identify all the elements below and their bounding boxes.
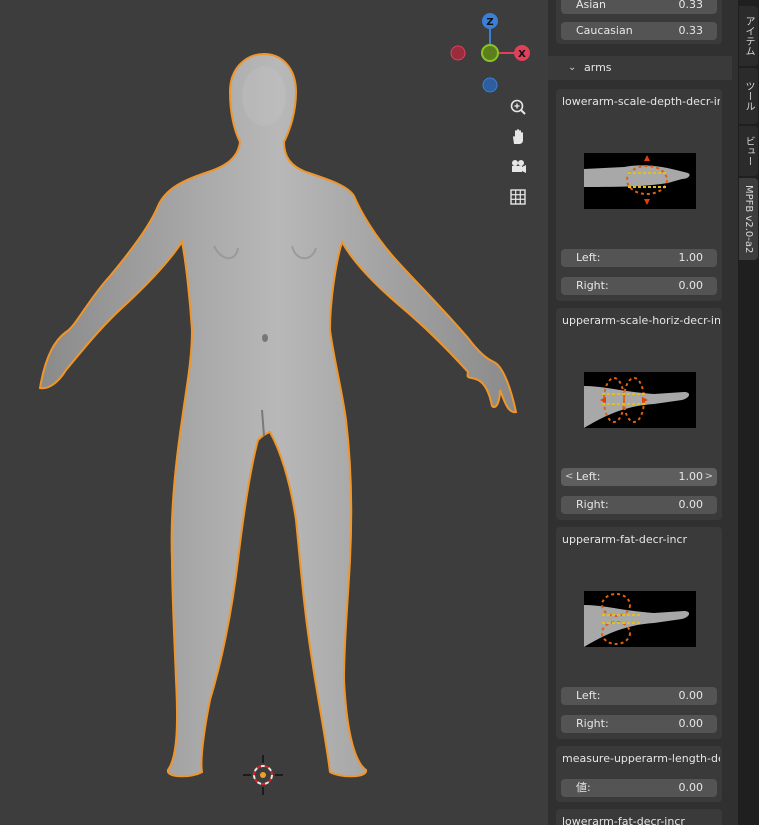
sidebar-panel[interactable]: Asian 0.33 Caucasian 0.33 ⌄ arms lowerar… [548,0,738,825]
human-model[interactable] [0,0,548,825]
field-label: Right: [576,717,609,730]
tab-label: ツール [743,81,754,111]
modifier-box: measure-upperarm-length-dec... 値: 0.00 [556,746,722,802]
tab-label: ビュー [743,136,754,166]
right-slider[interactable]: Right: 0.00 [561,277,717,295]
modifier-title: upperarm-scale-horiz-decr-incr [562,314,720,327]
asian-slider[interactable]: Asian 0.33 [561,0,717,14]
field-label: Right: [576,279,609,292]
field-value: 0.00 [678,689,704,702]
modifier-thumbnail [584,153,696,209]
gizmo-x-label: X [518,49,526,60]
tab-tool[interactable]: ツール [739,68,758,124]
field-label: Left: [576,689,601,702]
grid-icon[interactable] [505,184,531,210]
value-slider[interactable]: 値: 0.00 [561,779,717,797]
3d-viewport[interactable]: Z X [0,0,548,825]
modifier-title: measure-upperarm-length-dec... [562,752,720,765]
field-label: Left: [576,251,601,264]
field-value: 1.00 [678,251,704,264]
left-slider[interactable]: Left: 1.00 [561,249,717,267]
modifier-title: lowerarm-fat-decr-incr [562,815,685,825]
field-value: 1.00 [678,470,704,483]
tab-item[interactable]: アイテム [739,6,758,66]
modifier-title: lowerarm-scale-depth-decr-incr [562,95,720,108]
field-value: 0.00 [678,781,704,794]
modifier-thumbnail [584,591,696,647]
modifier-thumbnail [584,372,696,428]
ethnicity-box: Asian 0.33 Caucasian 0.33 [556,0,722,44]
navigation-gizmo[interactable]: Z X [440,8,540,98]
right-slider[interactable]: Right: 0.00 [561,715,717,733]
field-label: 値: [576,781,591,794]
chevron-down-icon: ⌄ [568,62,577,73]
field-value: 0.00 [678,279,704,292]
tab-view[interactable]: ビュー [739,126,758,176]
field-label: Right: [576,498,609,511]
modifier-box: lowerarm-fat-decr-incr [556,809,722,825]
3d-cursor [243,755,283,795]
field-label: Caucasian [576,24,633,37]
caucasian-slider[interactable]: Caucasian 0.33 [561,22,717,40]
modifier-box: lowerarm-scale-depth-decr-incr Left: 1.0… [556,89,722,301]
modifier-box: upperarm-fat-decr-incr Left: 0.00 Right:… [556,527,722,739]
tab-mpfb[interactable]: MPFB v2.0-a2 [739,178,758,260]
field-label: Asian [576,0,607,11]
modifier-title: upperarm-fat-decr-incr [562,533,688,546]
gizmo-z-label: Z [486,17,493,28]
modifier-box: upperarm-scale-horiz-decr-incr < Left: 1… [556,308,722,520]
field-value: 0.33 [678,0,704,11]
arms-section-header[interactable]: ⌄ arms [548,56,732,80]
left-slider[interactable]: Left: 0.00 [561,687,717,705]
camera-icon[interactable] [505,154,531,180]
zoom-icon[interactable] [505,94,531,120]
left-slider[interactable]: < Left: 1.00 > [561,468,717,486]
field-value: 0.33 [678,24,704,37]
field-value: 0.00 [678,717,704,730]
tab-label: アイテム [743,16,754,56]
field-value: 0.00 [678,498,704,511]
chevron-right-icon[interactable]: > [705,468,713,486]
hand-icon[interactable] [505,124,531,150]
tab-label: MPFB v2.0-a2 [743,184,754,254]
right-slider[interactable]: Right: 0.00 [561,496,717,514]
field-label: Left: [576,470,601,483]
section-title: arms [584,61,612,74]
sidebar-tabs: アイテム ツール ビュー MPFB v2.0-a2 [738,0,759,825]
chevron-left-icon[interactable]: < [565,468,573,486]
